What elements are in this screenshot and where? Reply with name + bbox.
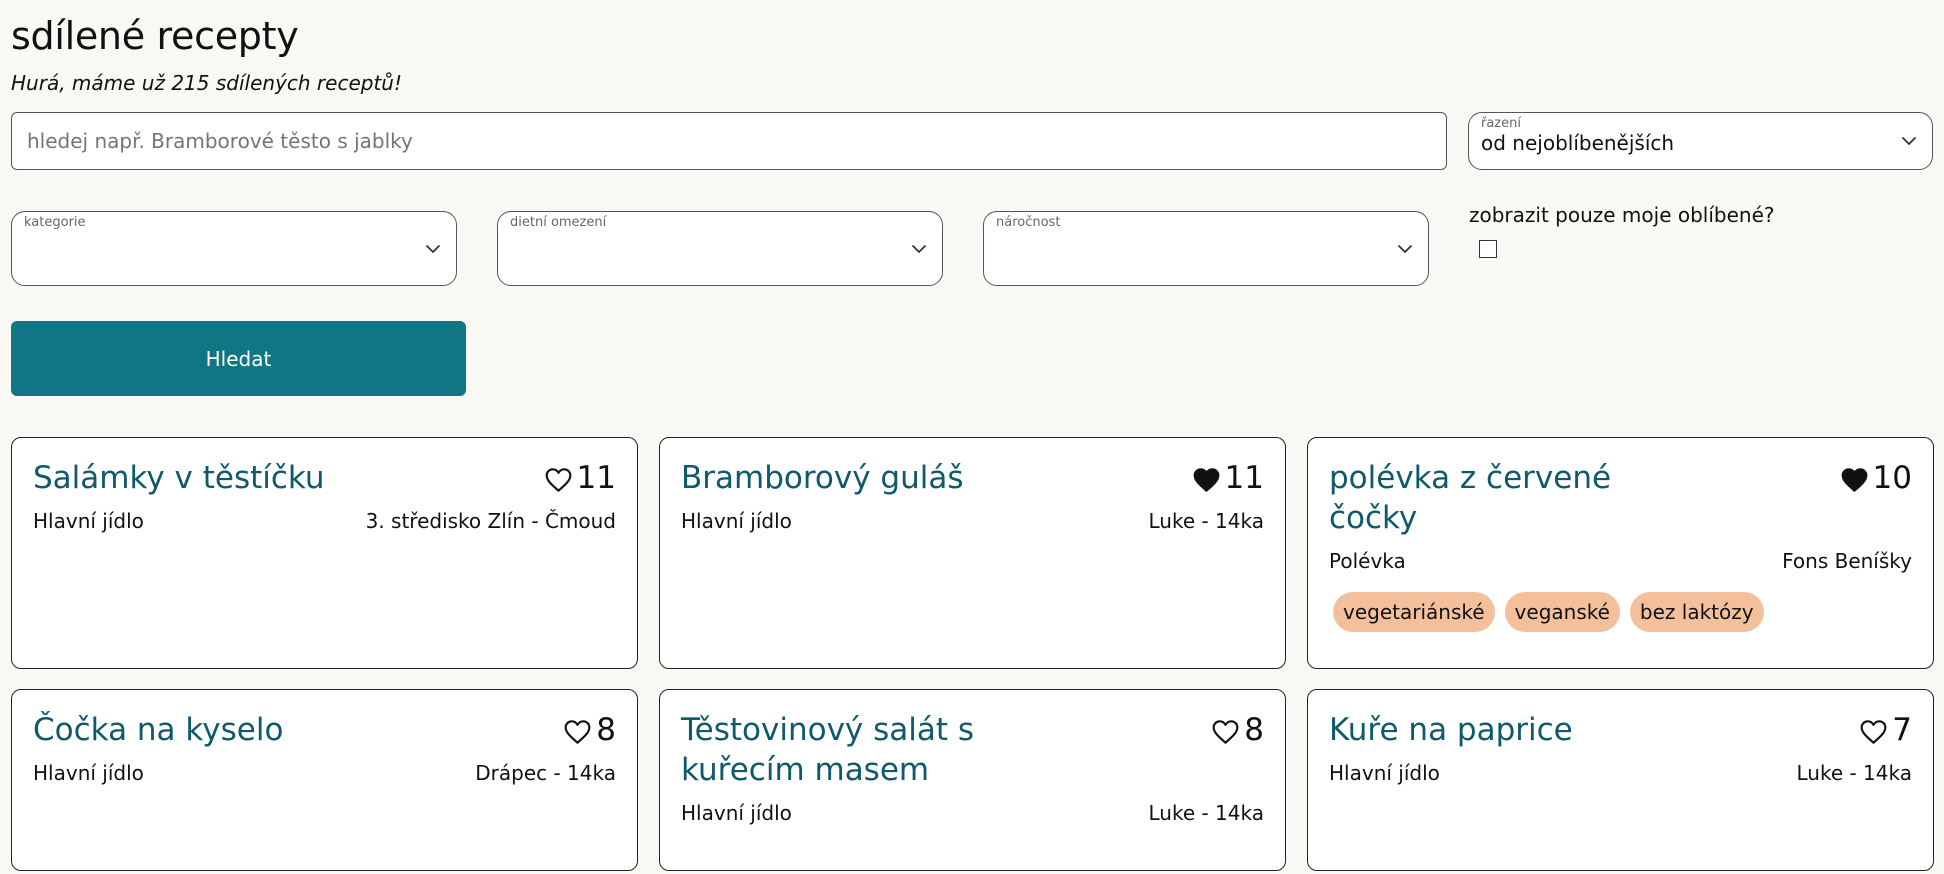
- recipe-category: Hlavní jídlo: [681, 801, 792, 825]
- recipe-title[interactable]: Bramborový guláš: [681, 458, 964, 498]
- heart-outline-icon[interactable]: [1859, 719, 1888, 745]
- recipe-grid: Salámky v těstíčku 11 Hlavní jídlo 3. st…: [11, 437, 1934, 871]
- tag-list: vegetariánské veganské bez laktózy: [1333, 592, 1912, 632]
- recipe-author: Luke - 14ka: [1148, 509, 1264, 533]
- heart-outline-icon[interactable]: [1211, 719, 1240, 745]
- like-counter: 10: [1840, 458, 1912, 498]
- difficulty-label: náročnost: [996, 215, 1061, 230]
- like-count: 7: [1892, 712, 1912, 748]
- recipe-card[interactable]: Kuře na paprice 7 Hlavní jídlo Luke - 14…: [1307, 689, 1934, 871]
- recipe-title[interactable]: Těstovinový salát s kuřecím masem: [681, 710, 1001, 790]
- sort-label: řazení: [1481, 116, 1521, 131]
- like-count: 8: [596, 712, 616, 748]
- category-select[interactable]: kategorie: [11, 211, 457, 286]
- sort-value: od nejoblíbenějších: [1481, 131, 1675, 155]
- recipe-author: 3. středisko Zlín - Čmoud: [365, 509, 616, 533]
- like-count: 11: [576, 460, 616, 496]
- page-subtitle: Hurá, máme už 215 sdílených receptů!: [11, 71, 402, 95]
- recipe-author: Fons Beníšky: [1782, 549, 1912, 573]
- page-title: sdílené recepty: [11, 14, 299, 58]
- heart-outline-icon[interactable]: [544, 467, 573, 493]
- tag-vegan: veganské: [1504, 592, 1620, 632]
- heart-filled-icon[interactable]: [1192, 467, 1221, 493]
- recipe-card[interactable]: polévka z červené čočky 10 Polévka Fons …: [1307, 437, 1934, 669]
- search-button[interactable]: Hledat: [11, 321, 466, 396]
- recipe-category: Hlavní jídlo: [681, 509, 792, 533]
- chevron-down-icon: [426, 244, 440, 253]
- recipe-card[interactable]: Čočka na kyselo 8 Hlavní jídlo Drápec - …: [11, 689, 638, 871]
- like-counter: 8: [1211, 710, 1264, 750]
- difficulty-select[interactable]: náročnost: [983, 211, 1429, 286]
- heart-outline-icon[interactable]: [563, 719, 592, 745]
- recipe-card[interactable]: Bramborový guláš 11 Hlavní jídlo Luke - …: [659, 437, 1286, 669]
- like-counter: 11: [1192, 458, 1264, 498]
- recipe-category: Hlavní jídlo: [1329, 761, 1440, 785]
- page: sdílené recepty Hurá, máme už 215 sdílen…: [0, 0, 1944, 871]
- like-count: 8: [1244, 712, 1264, 748]
- recipe-author: Luke - 14ka: [1148, 801, 1264, 825]
- favorites-filter: zobrazit pouze moje oblíbené?: [1469, 203, 1775, 286]
- like-count: 11: [1224, 460, 1264, 496]
- recipe-category: Hlavní jídlo: [33, 509, 144, 533]
- diet-label: dietní omezení: [510, 215, 607, 230]
- chevron-down-icon: [1398, 244, 1412, 253]
- filter-row: kategorie dietní omezení náročnost zobra…: [11, 203, 1933, 286]
- like-counter: 7: [1859, 710, 1912, 750]
- like-count: 10: [1872, 460, 1912, 496]
- like-counter: 8: [563, 710, 616, 750]
- recipe-card[interactable]: Salámky v těstíčku 11 Hlavní jídlo 3. st…: [11, 437, 638, 669]
- recipe-title[interactable]: polévka z červené čočky: [1329, 458, 1649, 538]
- recipe-author: Drápec - 14ka: [475, 761, 616, 785]
- search-field[interactable]: [11, 112, 1447, 170]
- favorites-checkbox[interactable]: [1479, 240, 1497, 258]
- like-counter: 11: [544, 458, 616, 498]
- heart-filled-icon[interactable]: [1840, 467, 1869, 493]
- tag-lactose-free: bez laktózy: [1629, 592, 1764, 632]
- recipe-title[interactable]: Čočka na kyselo: [33, 710, 283, 750]
- recipe-category: Hlavní jídlo: [33, 761, 144, 785]
- search-input[interactable]: [25, 128, 1446, 154]
- favorites-label: zobrazit pouze moje oblíbené?: [1469, 203, 1775, 227]
- recipe-card[interactable]: Těstovinový salát s kuřecím masem 8 Hlav…: [659, 689, 1286, 871]
- category-label: kategorie: [24, 215, 86, 230]
- tag-vegetarian: vegetariánské: [1333, 592, 1495, 632]
- recipe-title[interactable]: Kuře na paprice: [1329, 710, 1573, 750]
- search-row: řazení od nejoblíbenějších: [11, 112, 1933, 170]
- recipe-title[interactable]: Salámky v těstíčku: [33, 458, 325, 498]
- diet-select[interactable]: dietní omezení: [497, 211, 943, 286]
- chevron-down-icon: [912, 244, 926, 253]
- sort-select[interactable]: řazení od nejoblíbenějších: [1468, 112, 1933, 170]
- recipe-category: Polévka: [1329, 549, 1406, 573]
- recipe-author: Luke - 14ka: [1796, 761, 1912, 785]
- chevron-down-icon: [1902, 137, 1916, 145]
